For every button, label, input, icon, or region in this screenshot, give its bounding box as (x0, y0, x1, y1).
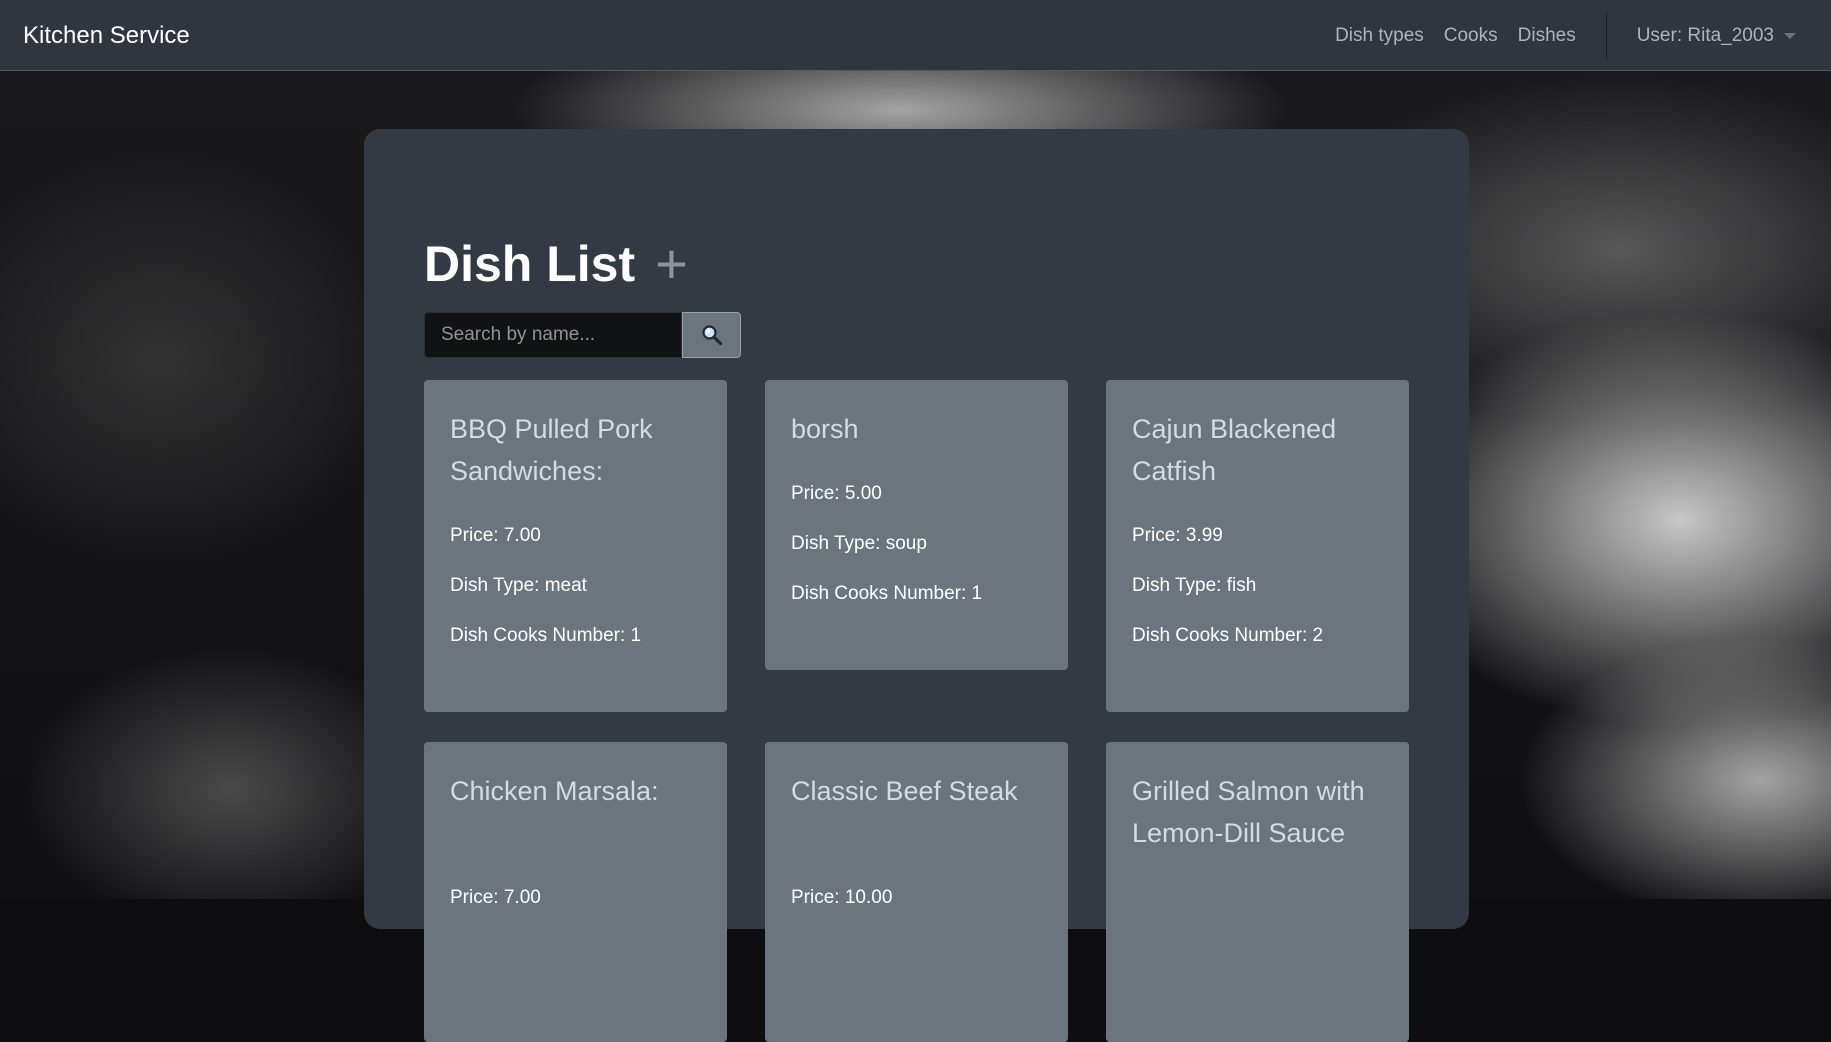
dish-price: Price: 5.00 (791, 483, 882, 504)
dish-card: BBQ Pulled Pork Sandwiches: Price: 7.00 … (424, 380, 727, 712)
dish-card: Grilled Salmon with Lemon-Dill Sauce (1106, 742, 1409, 1042)
nav-link-dish-types[interactable]: Dish types (1335, 25, 1424, 47)
dish-name-link[interactable]: borsh (791, 408, 1042, 450)
dish-card: borsh Price: 5.00 Dish Type: soup Dish C… (765, 380, 1068, 670)
dish-name-link[interactable]: BBQ Pulled Pork Sandwiches: (450, 408, 701, 492)
dish-price: Price: 7.00 (450, 525, 541, 546)
dish-price: Price: 7.00 (450, 887, 541, 908)
dish-name-link[interactable]: Chicken Marsala: (450, 770, 701, 812)
plus-icon[interactable]: + (655, 236, 688, 292)
magnifier-icon (701, 325, 722, 346)
top-navbar: Kitchen Service Dish types Cooks Dishes … (0, 0, 1831, 71)
dish-type: Dish Type: fish (1132, 575, 1257, 596)
dish-card: Cajun Blackened Catfish Price: 3.99 Dish… (1106, 380, 1409, 712)
dish-price: Price: 10.00 (791, 887, 893, 908)
dish-name-link[interactable]: Grilled Salmon with Lemon-Dill Sauce (1132, 770, 1383, 854)
dish-type: Dish Type: soup (791, 533, 927, 554)
page-heading: Dish List + (424, 235, 688, 293)
dish-cooks-number: Dish Cooks Number: 2 (1132, 625, 1324, 646)
dish-card: Classic Beef Steak Price: 10.00 (765, 742, 1068, 1042)
dish-cooks-number: Dish Cooks Number: 1 (450, 625, 642, 646)
dish-name-link[interactable]: Classic Beef Steak (791, 770, 1042, 812)
nav-link-cooks[interactable]: Cooks (1444, 25, 1498, 47)
dish-list-panel: Dish List + BBQ Pulled Pork Sandwiches: … (364, 129, 1469, 1042)
brand-link[interactable]: Kitchen Service (23, 22, 190, 50)
page-title: Dish List (424, 236, 636, 292)
nav-link-dishes[interactable]: Dishes (1518, 25, 1576, 47)
search-button[interactable] (682, 312, 741, 358)
dish-name-link[interactable]: Cajun Blackened Catfish (1132, 408, 1383, 492)
user-menu-dropdown[interactable]: User: Rita_2003 (1637, 25, 1796, 47)
search-form (424, 312, 741, 358)
dish-price: Price: 3.99 (1132, 525, 1223, 546)
user-label: User: Rita_2003 (1636, 24, 1774, 46)
dish-type: Dish Type: meat (450, 575, 587, 596)
nav-divider (1605, 11, 1607, 60)
search-input[interactable] (424, 312, 682, 358)
caret-down-icon (1784, 32, 1796, 39)
nav-links: Dish types Cooks Dishes User: Rita_2003 (1335, 0, 1831, 71)
dish-card: Chicken Marsala: Price: 7.00 (424, 742, 727, 1042)
dish-cooks-number: Dish Cooks Number: 1 (791, 583, 983, 604)
